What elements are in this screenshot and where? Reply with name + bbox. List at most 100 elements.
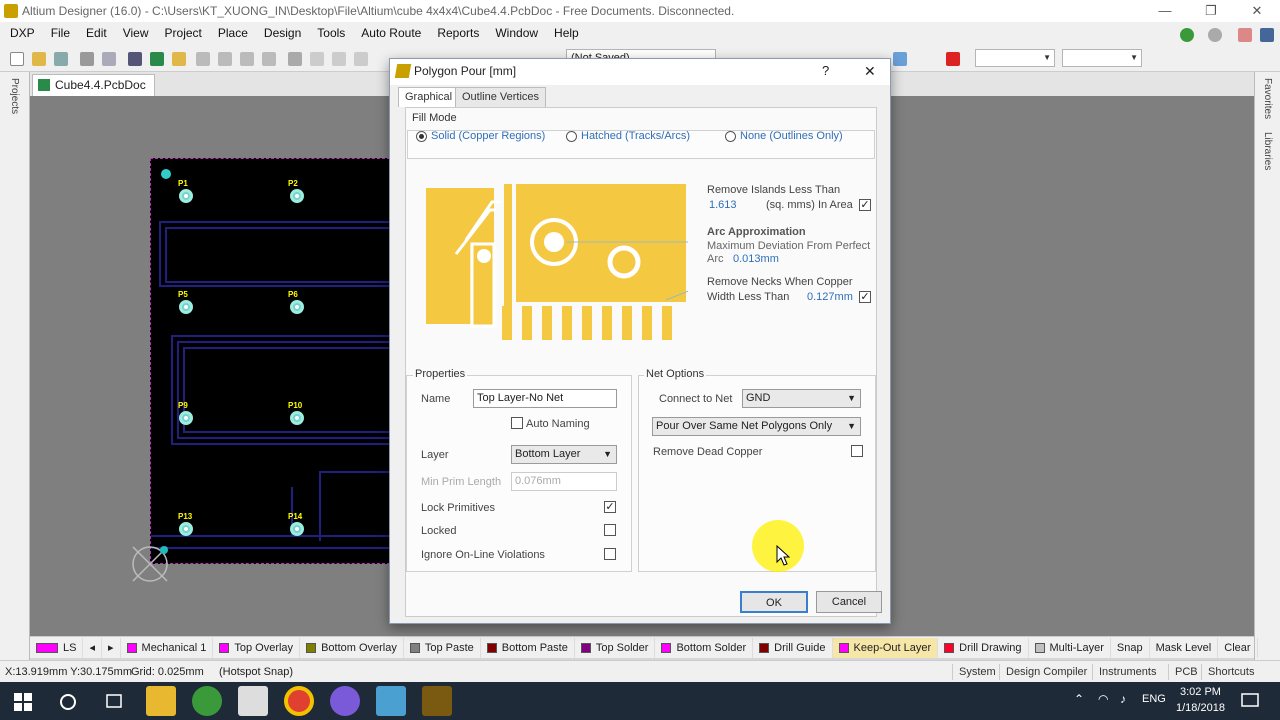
menu-file[interactable]: File [43, 26, 78, 40]
pcb-icon[interactable] [150, 52, 164, 66]
minimize-button[interactable]: — [1142, 0, 1188, 22]
layer-tab-multi-layer[interactable]: Multi-Layer [1029, 637, 1111, 658]
zoom-area-icon[interactable] [218, 52, 232, 66]
paste-icon[interactable] [332, 52, 346, 66]
forward-arrow-icon[interactable] [1208, 28, 1222, 42]
pad[interactable] [290, 300, 304, 314]
copy-icon[interactable] [310, 52, 324, 66]
layer-tab-top-solder[interactable]: Top Solder [575, 637, 656, 658]
wifi-icon[interactable]: ◠ [1098, 692, 1108, 706]
remove-necks-checkbox[interactable]: ✓ [859, 291, 871, 303]
ok-button[interactable]: OK [740, 591, 808, 613]
chrome-icon[interactable] [284, 686, 314, 716]
auto-naming-checkbox[interactable] [511, 417, 523, 429]
libraries-panel-tab[interactable]: Libraries [1262, 132, 1273, 170]
mask-level-button[interactable]: Mask Level [1150, 637, 1219, 658]
layer-tab-mechanical-1[interactable]: Mechanical 1 [121, 637, 214, 658]
selection-icon[interactable] [893, 52, 907, 66]
fill-hatched-radio[interactable]: Hatched (Tracks/Arcs) [566, 130, 690, 142]
pad[interactable] [290, 189, 304, 203]
menu-place[interactable]: Place [210, 26, 256, 40]
fill-none-radio[interactable]: None (Outlines Only) [725, 130, 843, 142]
layer-tab-bottom-solder[interactable]: Bottom Solder [655, 637, 754, 658]
print-icon[interactable] [80, 52, 94, 66]
close-window-button[interactable]: ✕ [1234, 0, 1280, 22]
search-icon[interactable] [58, 692, 78, 712]
tab-graphical[interactable]: Graphical [398, 87, 460, 107]
favorites-panel-tab[interactable]: Favorites [1262, 78, 1273, 119]
tab-outline-vertices[interactable]: Outline Vertices [455, 87, 547, 107]
help-button[interactable]: ? [822, 59, 829, 83]
settings-app-icon[interactable] [238, 686, 268, 716]
layer-tab-drill-guide[interactable]: Drill Guide [753, 637, 833, 658]
pad[interactable] [179, 522, 193, 536]
pad[interactable] [179, 411, 193, 425]
clock-date[interactable]: 1/18/2018 [1176, 702, 1225, 714]
layer-scroll-left[interactable]: ◂ [83, 637, 102, 658]
home-icon[interactable] [1238, 28, 1252, 42]
layer-tab-keep-out[interactable]: Keep-Out Layer [832, 637, 939, 658]
volume-icon[interactable]: ♪ [1120, 692, 1126, 706]
menu-window[interactable]: Window [487, 26, 546, 40]
open-folder-icon[interactable] [32, 52, 46, 66]
layer-tab-top-overlay[interactable]: Top Overlay [213, 637, 301, 658]
menu-reports[interactable]: Reports [429, 26, 487, 40]
menu-dxp[interactable]: DXP [0, 26, 43, 40]
zoom-select-icon[interactable] [240, 52, 254, 66]
layer-dropdown[interactable]: Bottom Layer ▼ [511, 445, 617, 464]
pad[interactable] [290, 522, 304, 536]
document-tab[interactable]: Cube4.4.PcbDoc [32, 74, 155, 96]
locked-checkbox[interactable] [604, 524, 616, 536]
cut-icon[interactable] [288, 52, 302, 66]
tray-expand-icon[interactable]: ⌃ [1074, 692, 1084, 706]
pad[interactable] [179, 300, 193, 314]
language-indicator[interactable]: ENG [1142, 693, 1166, 705]
filter-combo[interactable]: ▼ [975, 49, 1055, 67]
min-prim-length-field[interactable]: 0.076mm [511, 472, 617, 491]
pad[interactable] [179, 189, 193, 203]
new-file-icon[interactable] [10, 52, 24, 66]
layer-tab-bottom-paste[interactable]: Bottom Paste [481, 637, 575, 658]
layer-scroll-right[interactable]: ▸ [102, 637, 121, 658]
zoom-filter-icon[interactable] [262, 52, 276, 66]
instruments-button[interactable]: Instruments [1092, 664, 1162, 680]
design-compiler-button[interactable]: Design Compiler [999, 664, 1093, 680]
back-arrow-icon[interactable] [1180, 28, 1194, 42]
menu-view[interactable]: View [115, 26, 157, 40]
pcb-board[interactable]: P1 P2 P5 P6 P9 P10 P13 P14 [150, 158, 391, 564]
3d-view-icon[interactable] [128, 52, 142, 66]
projects-panel-tab[interactable]: Projects [9, 78, 20, 114]
dxp-web-icon[interactable] [1260, 28, 1274, 42]
menu-help[interactable]: Help [546, 26, 587, 40]
zoom-fit-icon[interactable] [196, 52, 210, 66]
file-explorer-icon[interactable] [146, 686, 176, 716]
clock-time[interactable]: 3:02 PM [1180, 686, 1221, 698]
rubber-stamp-icon[interactable] [354, 52, 368, 66]
pour-over-dropdown[interactable]: Pour Over Same Net Polygons Only ▼ [652, 417, 861, 436]
windows-start-icon[interactable] [14, 693, 32, 711]
name-field[interactable]: Top Layer-No Net [473, 389, 617, 408]
notifications-icon[interactable] [1240, 692, 1260, 710]
print-preview-icon[interactable] [102, 52, 116, 66]
remove-necks-value[interactable]: 0.127mm [807, 291, 853, 303]
clear-button[interactable]: Clear [1218, 637, 1258, 658]
save-icon[interactable] [54, 52, 68, 66]
remove-islands-value[interactable]: 1.613 [709, 199, 737, 211]
notepad-icon[interactable] [376, 686, 406, 716]
remove-dead-copper-checkbox[interactable] [851, 445, 863, 457]
system-panel-button[interactable]: System [952, 664, 1002, 680]
layer-tab-drill-drawing[interactable]: Drill Drawing [938, 637, 1029, 658]
layer-tab-bottom-overlay[interactable]: Bottom Overlay [300, 637, 404, 658]
fill-solid-radio[interactable]: Solid (Copper Regions) [416, 130, 545, 142]
ignore-violations-checkbox[interactable] [604, 548, 616, 560]
shortcuts-button[interactable]: Shortcuts [1201, 664, 1260, 680]
connect-to-net-dropdown[interactable]: GND ▼ [742, 389, 861, 408]
task-view-icon[interactable] [104, 693, 124, 711]
arc-approx-value[interactable]: 0.013mm [733, 253, 779, 265]
cancel-button[interactable]: Cancel [816, 591, 882, 613]
menu-auto-route[interactable]: Auto Route [353, 26, 429, 40]
pcb-panel-button[interactable]: PCB [1168, 664, 1204, 680]
menu-tools[interactable]: Tools [309, 26, 353, 40]
green-app-icon[interactable] [192, 686, 222, 716]
folder-icon[interactable] [172, 52, 186, 66]
